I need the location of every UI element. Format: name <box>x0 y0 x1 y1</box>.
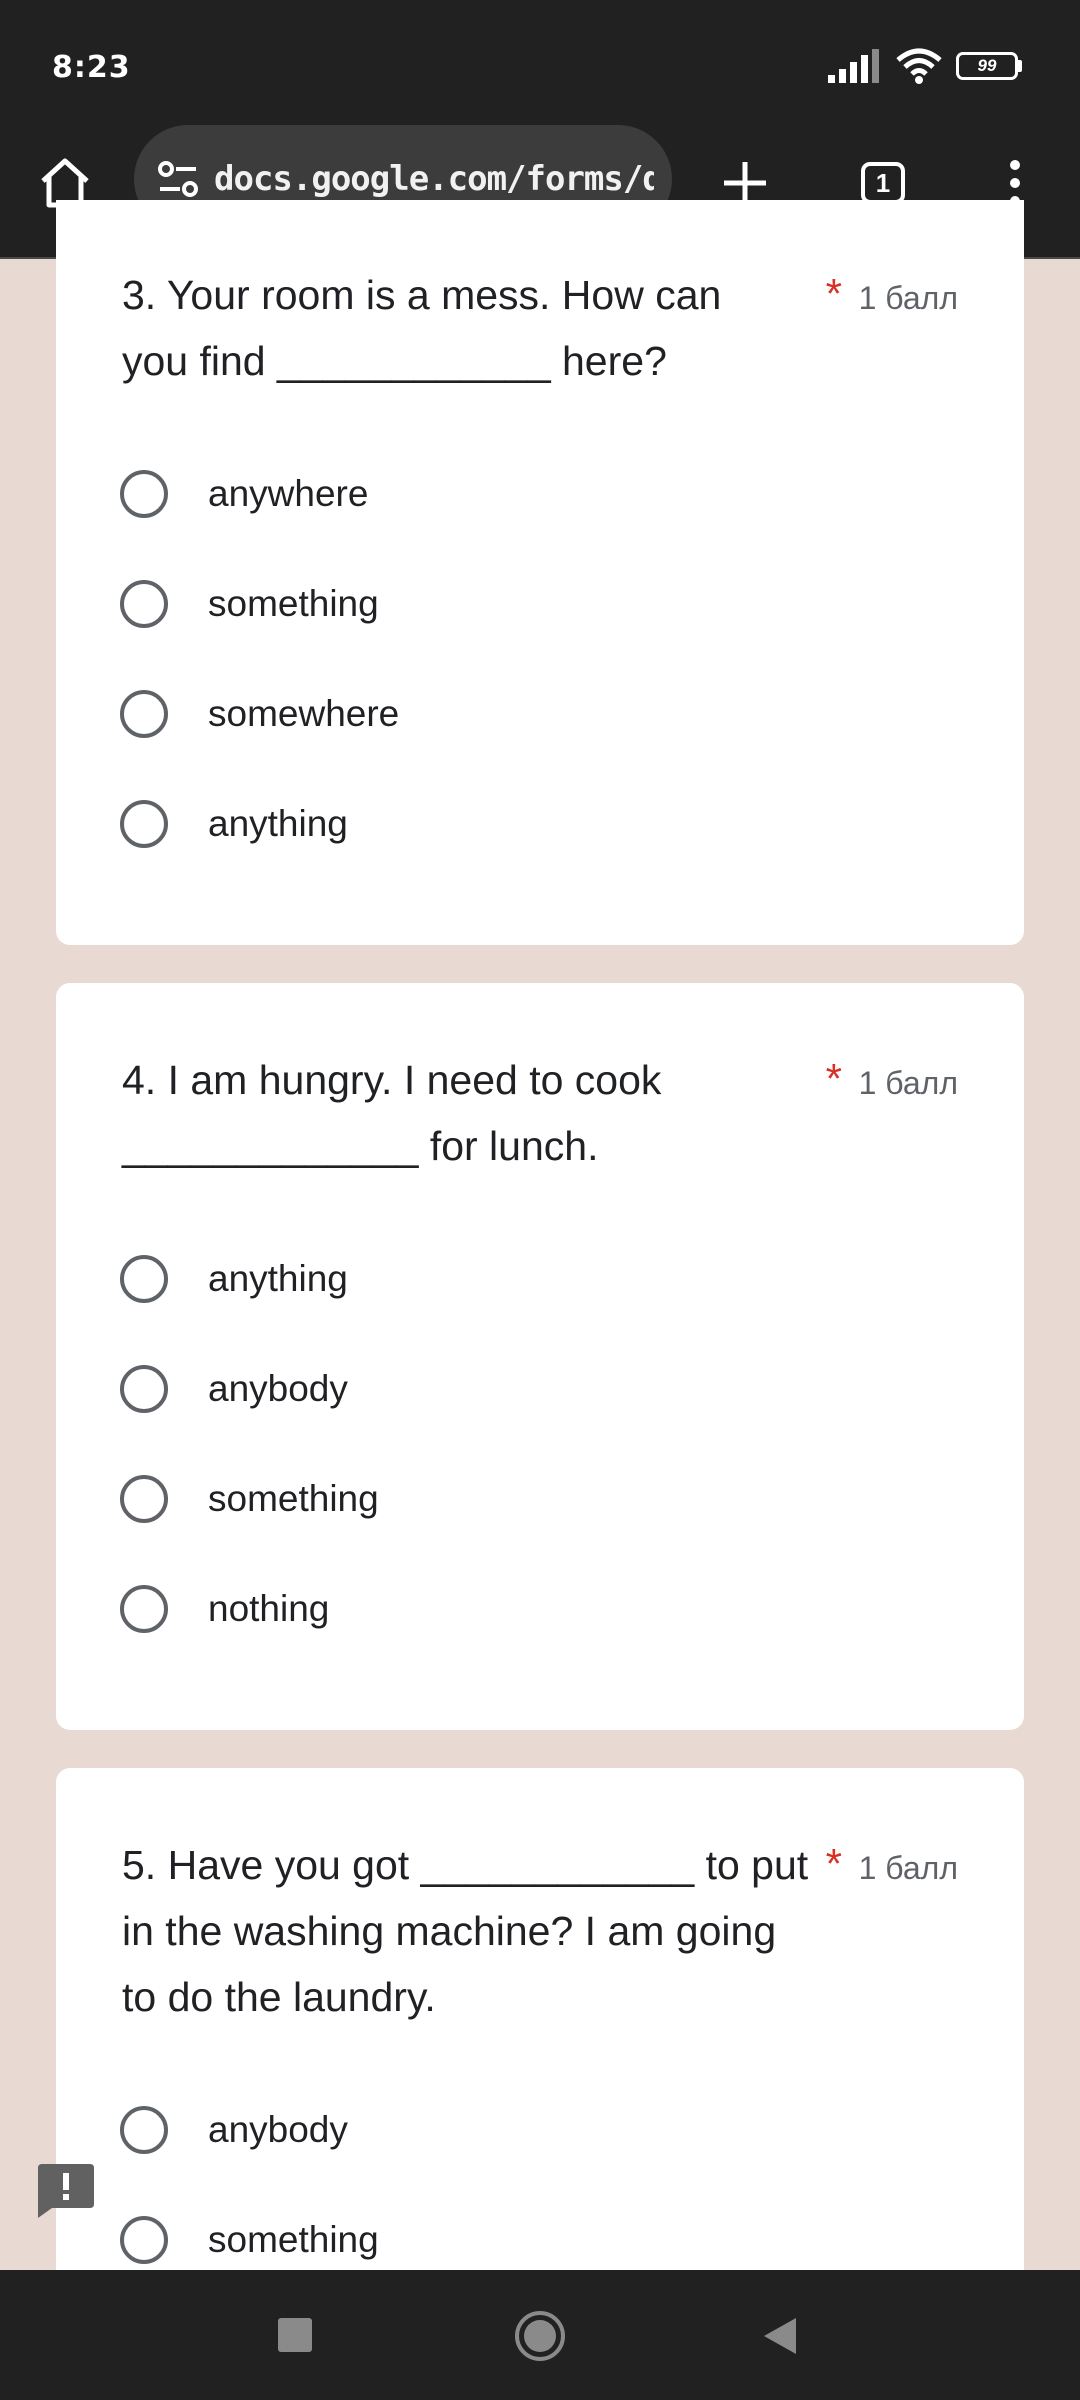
radio-button[interactable] <box>120 2106 168 2154</box>
option-somewhere[interactable]: somewhere <box>120 684 399 744</box>
option-label: something <box>208 1478 379 1519</box>
battery-level: 99 <box>977 56 997 75</box>
option-label: anything <box>208 1258 348 1299</box>
question-points: 1 балл <box>858 1065 958 1101</box>
question-text: 4. I am hungry. I need to cook _________… <box>122 1057 662 1169</box>
option-label: anywhere <box>208 473 369 514</box>
option-anywhere[interactable]: anywhere <box>120 464 368 524</box>
radio-button[interactable] <box>120 1365 168 1413</box>
status-time: 8:23 <box>52 50 131 85</box>
radio-button[interactable] <box>120 690 168 738</box>
radio-button[interactable] <box>120 580 168 628</box>
signal-icon <box>828 49 879 83</box>
option-label: nothing <box>208 1588 330 1629</box>
required-asterisk: * <box>825 1840 842 1887</box>
radio-button[interactable] <box>120 2216 168 2264</box>
tabs-icon: 1 <box>861 162 905 204</box>
question-text: 5. Have you got ____________ to put in t… <box>122 1842 809 2020</box>
system-nav-bar <box>0 2270 1080 2400</box>
question-card-5: 5. Have you got ____________ to put in t… <box>56 1768 1024 2270</box>
option-something[interactable]: something <box>120 2210 379 2270</box>
status-icons: 99 <box>828 48 1022 84</box>
site-settings-icon <box>158 161 198 197</box>
option-nothing[interactable]: nothing <box>120 1579 329 1639</box>
question-card-4: 4. I am hungry. I need to cook _________… <box>56 983 1024 1730</box>
required-asterisk: * <box>825 270 842 317</box>
option-label: anything <box>208 803 348 844</box>
option-label: somewhere <box>208 693 400 734</box>
option-anything[interactable]: anything <box>120 794 348 854</box>
question-text: 3. Your room is a mess. How can you find… <box>122 272 722 384</box>
tab-count: 1 <box>875 167 891 198</box>
home-nav-icon[interactable] <box>514 2310 566 2362</box>
radio-button[interactable] <box>120 1585 168 1633</box>
required-asterisk: * <box>825 1055 842 1102</box>
radio-button[interactable] <box>120 1255 168 1303</box>
radio-button[interactable] <box>120 470 168 518</box>
option-label: something <box>208 2219 379 2260</box>
option-anybody[interactable]: anybody <box>120 1359 348 1419</box>
option-label: anybody <box>208 1368 348 1409</box>
site-settings-button[interactable] <box>156 157 200 201</box>
radio-button[interactable] <box>120 800 168 848</box>
radio-button[interactable] <box>120 1475 168 1523</box>
option-label: anybody <box>208 2109 348 2150</box>
report-icon <box>38 2164 94 2218</box>
url-text: docs.google.com/forms/d/ <box>214 159 654 199</box>
report-problem-button[interactable] <box>38 2164 94 2218</box>
option-something[interactable]: something <box>120 1469 379 1529</box>
status-bar: 8:23 99 <box>0 0 1080 120</box>
battery-icon: 99 <box>956 52 1022 80</box>
back-icon[interactable] <box>762 2316 798 2356</box>
recents-icon[interactable] <box>278 2318 312 2352</box>
option-anything[interactable]: anything <box>120 1249 348 1309</box>
option-something[interactable]: something <box>120 574 379 634</box>
option-anybody[interactable]: anybody <box>120 2100 348 2160</box>
question-points: 1 балл <box>858 1850 958 1886</box>
option-label: something <box>208 583 379 624</box>
question-points: 1 балл <box>858 280 958 316</box>
question-card-3: 3. Your room is a mess. How can you find… <box>56 200 1024 945</box>
wifi-icon <box>896 48 942 84</box>
